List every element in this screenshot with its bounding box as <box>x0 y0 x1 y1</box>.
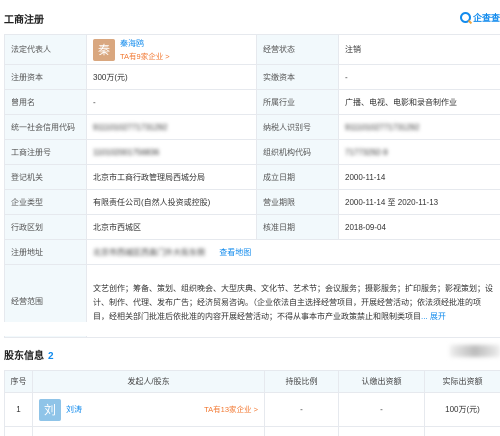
ratio-value: - <box>264 392 339 427</box>
table-row: 统一社会信用代码 91110102771731292 纳税人识别号 911101… <box>4 114 500 140</box>
table-row: 注册资本 300万(元) 实缴资本 - <box>4 64 500 90</box>
registration-table: 法定代表人 秦 秦海鸥 TA有9家企业 > 经营状态 注销 注册资本 300万(… <box>4 34 500 338</box>
qichacha-logo[interactable]: 企查查 <box>459 11 500 24</box>
former-name-label: 曾用名 <box>4 89 87 115</box>
table-row: 行政区划 北京市西城区 核准日期 2018-09-04 <box>4 214 500 240</box>
section-title-shareholders: 股东信息 2 <box>4 347 54 362</box>
subscribed-value: - <box>338 392 425 427</box>
shareholders-count: 2 <box>48 351 54 362</box>
shareholder-companies-link[interactable]: TA有13家企业 > <box>204 404 258 415</box>
section-title-registration: 工商注册 <box>4 15 44 26</box>
established-label: 成立日期 <box>256 164 339 190</box>
uscc-value: 91110102771731292 <box>86 114 257 140</box>
avatar: 刘 <box>39 398 61 421</box>
district-value: 北京市西城区 <box>86 214 257 240</box>
scope-expand-link[interactable]: ... 展开 <box>421 312 446 321</box>
table-row: 1 刘 刘涛 TA有13家企业 > - - 100万(元) <box>4 392 500 427</box>
approved-date-label: 核准日期 <box>256 214 339 240</box>
table-header-row: 序号 发起人/股东 持股比例 认缴出资额 实际出资额 <box>4 370 500 393</box>
section-divider <box>0 322 500 336</box>
address-cell: 北京市西城区西直门外大街东侧 查看地图 <box>86 239 500 265</box>
orgcode-value: 71773292-9 <box>338 139 500 165</box>
legal-rep-cell: 秦 秦海鸥 TA有9家企业 > <box>86 34 257 65</box>
industry-label: 所属行业 <box>256 89 339 115</box>
shareholder-cell <box>32 426 265 436</box>
avatar: 秦 <box>93 38 115 61</box>
established-value: 2000-11-14 <box>338 164 500 190</box>
legal-rep-name-link[interactable]: 秦海鸥 <box>120 38 170 49</box>
logo-text: 企查查 <box>472 13 500 23</box>
shareholder-cell: 刘 刘涛 TA有13家企业 > <box>32 392 265 427</box>
uscc-label: 统一社会信用代码 <box>4 114 87 140</box>
business-term-value: 2000-11-14 至 2020-11-13 <box>338 189 500 215</box>
logo-magnifier-icon <box>459 12 471 23</box>
row-index <box>4 426 33 436</box>
actual-value <box>424 426 500 436</box>
address-value: 北京市西城区西直门外大街东侧 <box>93 247 205 257</box>
table-row: 工商注册号 110102001756836 组织机构代码 71773292-9 <box>4 139 500 165</box>
approved-date-value: 2018-09-04 <box>338 214 500 240</box>
actual-value: 100万(元) <box>424 392 500 427</box>
table-row: 法定代表人 秦 秦海鸥 TA有9家企业 > 经营状态 注销 <box>4 34 500 65</box>
status-value: 注销 <box>338 34 500 65</box>
col-header: 实际出资额 <box>424 370 500 393</box>
taxid-value: 91110102771731292 <box>338 114 500 140</box>
paid-capital-value: - <box>338 64 500 90</box>
shareholder-name-link[interactable]: 刘涛 <box>66 404 82 415</box>
redacted-control <box>450 345 500 357</box>
orgcode-label: 组织机构代码 <box>256 139 339 165</box>
company-type-value: 有限责任公司(自然人投资或控股) <box>86 189 257 215</box>
row-index: 1 <box>4 392 33 427</box>
capital-label: 注册资本 <box>4 64 87 90</box>
authority-value: 北京市工商行政管理局西城分局 <box>86 164 257 190</box>
table-row: 曾用名 - 所属行业 广播、电视、电影和录音制作业 <box>4 89 500 115</box>
ratio-value <box>264 426 339 436</box>
regno-label: 工商注册号 <box>4 139 87 165</box>
former-name-value: - <box>86 89 257 115</box>
table-row: 注册地址 北京市西城区西直门外大街东侧 查看地图 <box>4 239 500 265</box>
col-header: 持股比例 <box>264 370 339 393</box>
view-map-link[interactable]: 查看地图 <box>219 248 251 257</box>
taxid-label: 纳税人识别号 <box>256 114 339 140</box>
authority-label: 登记机关 <box>4 164 87 190</box>
regno-value: 110102001756836 <box>86 139 257 165</box>
legal-rep-companies-link[interactable]: TA有9家企业 > <box>120 51 170 62</box>
address-label: 注册地址 <box>4 239 87 265</box>
col-header: 认缴出资额 <box>338 370 425 393</box>
shareholders-title: 股东信息 <box>4 351 44 362</box>
table-row: 登记机关 北京市工商行政管理局西城分局 成立日期 2000-11-14 <box>4 164 500 190</box>
shareholders-table: 序号 发起人/股东 持股比例 认缴出资额 实际出资额 1 刘 刘涛 TA有13家… <box>4 370 500 436</box>
col-header: 序号 <box>4 370 33 393</box>
business-term-label: 营业期限 <box>256 189 339 215</box>
subscribed-value <box>338 426 425 436</box>
district-label: 行政区划 <box>4 214 87 240</box>
industry-value: 广播、电视、电影和录音制作业 <box>338 89 500 115</box>
table-row <box>4 426 500 436</box>
paid-capital-label: 实缴资本 <box>256 64 339 90</box>
status-label: 经营状态 <box>256 34 339 65</box>
legal-rep-label: 法定代表人 <box>4 34 87 65</box>
col-header: 发起人/股东 <box>32 370 265 393</box>
table-row: 企业类型 有限责任公司(自然人投资或控股) 营业期限 2000-11-14 至 … <box>4 189 500 215</box>
capital-value: 300万(元) <box>86 64 257 90</box>
company-type-label: 企业类型 <box>4 189 87 215</box>
